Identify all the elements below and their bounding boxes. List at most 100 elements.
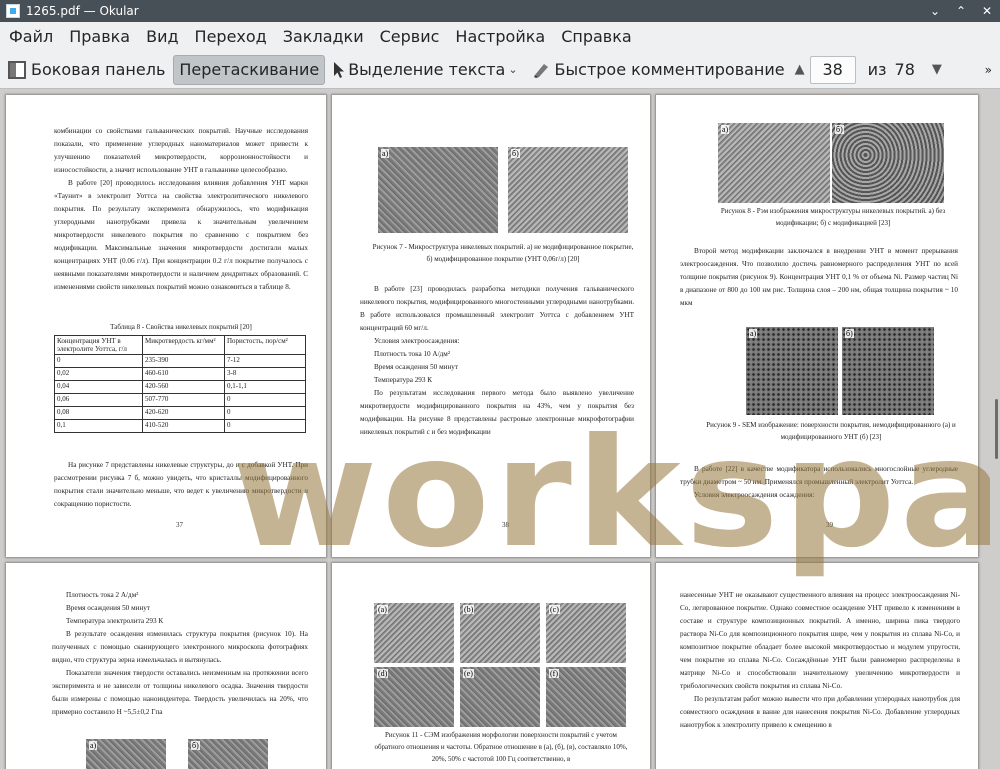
table-header: Концентрация УНТ в электролите Уоттса, г… (54, 335, 143, 355)
table-caption: Таблица 8 - Свойства никелевых покрытий … (110, 323, 252, 331)
table-header: Пористость, пор/см² (224, 335, 306, 355)
table-row: 0,06 507-770 0 (54, 393, 306, 407)
properties-table: Концентрация УНТ в электролите Уоттса, г… (54, 335, 306, 433)
table-cell: 0,1 (54, 419, 143, 433)
paragraph: Температура электролита 293 К (66, 617, 164, 625)
paragraph: На рисунке 7 представлены никелевые стру… (54, 461, 308, 508)
sem-image: б) (842, 327, 934, 415)
table-cell: 420-620 (142, 406, 225, 420)
image-label: а) (749, 329, 758, 338)
table-row: 0,1 410-520 0 (54, 419, 306, 433)
paragraph: По результатам работ можно вывести что п… (680, 695, 960, 729)
title-bar: 1265.pdf — Okular ⌄ ⌃ ✕ (0, 0, 1000, 22)
sidebar-button-label: Боковая панель (31, 60, 166, 79)
table-cell: 0,08 (54, 406, 143, 420)
vertical-scrollbar[interactable] (990, 89, 1000, 769)
table-cell: 410-520 (142, 419, 225, 433)
image-label: б) (845, 329, 854, 338)
browse-tool-label: Перетаскивание (179, 60, 320, 79)
menu-bookmarks[interactable]: Закладки (276, 22, 371, 51)
table-row: 0,02 460-610 3-8 (54, 367, 306, 381)
selection-tools-dropdown-icon[interactable]: ⌄ (508, 63, 517, 76)
page-number: 39 (826, 521, 833, 529)
table-cell: 507-770 (142, 393, 225, 407)
paragraph: В результате осаждения изменилась структ… (52, 630, 308, 664)
table-cell: 3-8 (224, 367, 306, 381)
main-toolbar: Боковая панель Перетаскивание Выделение … (0, 51, 1000, 89)
maximize-icon[interactable]: ⌃ (948, 0, 974, 22)
page-40-text: Плотность тока 2 А/дм² Время осаждения 5… (52, 589, 308, 719)
page-number-input[interactable]: 38 (809, 55, 856, 84)
sidebar-toggle-button[interactable]: Боковая панель (3, 55, 170, 85)
page-37: комбинации со свойствами гальванических … (6, 95, 326, 557)
table-cell: 235-390 (142, 354, 225, 368)
page-39: а) б) Рисунок 8 - Рэм изображения микрос… (656, 95, 978, 557)
image-label: (e) (463, 669, 474, 678)
next-page-icon[interactable]: ▼ (927, 56, 947, 84)
image-label: (f) (549, 669, 559, 678)
page-42: нанесенные УНТ не оказывают существенног… (656, 563, 978, 769)
figure-caption: Рисунок 7 - Микроструктура никелевых пок… (372, 243, 634, 263)
table-cell: 0 (224, 406, 306, 420)
window-title: 1265.pdf — Okular (26, 4, 139, 18)
sem-image: (c) (546, 603, 626, 663)
page-total: 78 (894, 60, 915, 79)
menu-tools[interactable]: Сервис (373, 22, 447, 51)
sem-image: а) (718, 123, 830, 203)
document-view[interactable]: комбинации со свойствами гальванических … (0, 89, 1000, 769)
previous-page-icon[interactable]: ▲ (790, 56, 810, 84)
menu-file[interactable]: Файл (2, 22, 60, 51)
paragraph: Условия электроосаждения осаждения: (694, 491, 815, 499)
paragraph: комбинации со свойствами гальванических … (54, 127, 308, 174)
table-cell: 0,04 (54, 380, 143, 394)
image-label: (a) (377, 605, 388, 614)
page-number: 38 (502, 521, 509, 529)
text-selection-tool-button[interactable]: Выделение текста (328, 55, 510, 85)
menu-settings[interactable]: Настройка (448, 22, 552, 51)
paragraph: Условия электроосаждения: (374, 337, 460, 345)
sem-image: (b) (460, 603, 540, 663)
paragraph: Температура 293 К (374, 376, 433, 384)
page-number: 37 (176, 521, 183, 529)
sem-image: (d) (374, 667, 454, 727)
minimize-icon[interactable]: ⌄ (922, 0, 948, 22)
table-row: 0 235-390 7-12 (54, 354, 306, 368)
micrograph-image: а) (378, 147, 498, 233)
page-39-text: В работе [22] в качестве модификатора ис… (680, 463, 958, 502)
sem-image: б) (188, 739, 268, 769)
paragraph: Второй метод модификации заключался в вн… (680, 247, 958, 307)
scrollbar-thumb[interactable] (995, 399, 998, 459)
menu-go[interactable]: Переход (188, 22, 274, 51)
marker-icon (532, 61, 550, 79)
image-label: (d) (377, 669, 389, 678)
text-cursor-icon (333, 61, 345, 79)
quick-annotations-label: Быстрое комментирование (554, 60, 785, 79)
paragraph: нанесенные УНТ не оказывают существенног… (680, 591, 960, 690)
image-label: б) (835, 125, 844, 134)
page-41: (a) (b) (c) (d) (e) (f) Рисунок 11 - СЭМ… (332, 563, 650, 769)
table-cell: 0,1-1,1 (224, 380, 306, 394)
close-icon[interactable]: ✕ (974, 0, 1000, 22)
table-cell: 0,06 (54, 393, 143, 407)
image-label: б) (191, 741, 200, 750)
menu-view[interactable]: Вид (139, 22, 185, 51)
figure-caption: Рисунок 9 - SEM изображение: поверхности… (706, 421, 956, 441)
figure-caption: Рисунок 8 - Рэм изображения микрострукту… (720, 207, 946, 227)
menu-help[interactable]: Справка (554, 22, 639, 51)
sem-image: (f) (546, 667, 626, 727)
quick-annotations-button[interactable]: Быстрое комментирование (527, 55, 790, 85)
image-label: а) (721, 125, 730, 134)
table-cell: 0 (224, 419, 306, 433)
paragraph: Время осаждения 50 минут (66, 604, 151, 612)
browse-tool-button[interactable]: Перетаскивание (173, 54, 326, 85)
figure-caption: Рисунок 11 - СЭМ изображения морфологии … (374, 731, 628, 763)
paragraph: В работе [23] проводилась разработка мет… (360, 285, 634, 332)
micrograph-image: б) (508, 147, 628, 233)
sem-image: б) (832, 123, 944, 203)
sem-image: (a) (374, 603, 454, 663)
image-label: а) (89, 741, 98, 750)
page-38-text: В работе [23] проводилась разработка мет… (360, 283, 634, 439)
toolbar-overflow-icon[interactable]: » (985, 63, 992, 77)
menu-edit[interactable]: Правка (62, 22, 137, 51)
paragraph: В работе [22] в качестве модификатора ис… (680, 465, 958, 486)
